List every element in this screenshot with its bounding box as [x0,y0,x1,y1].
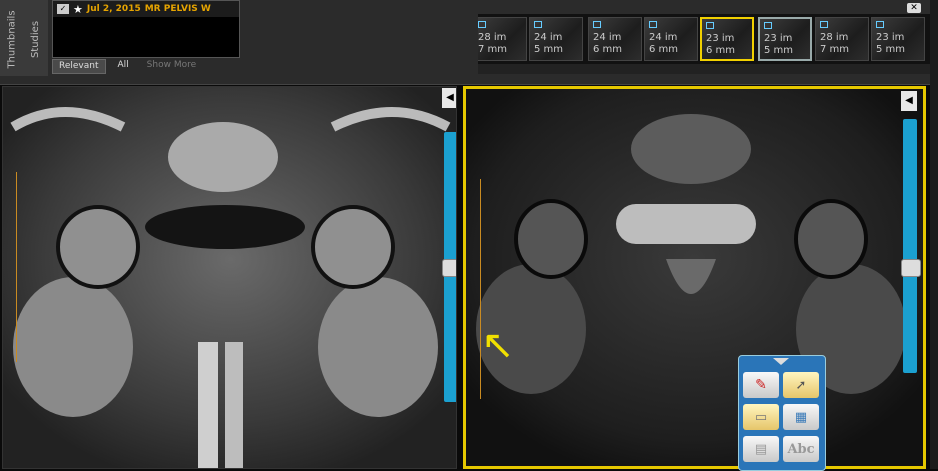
series-thumbnail[interactable]: 24 im 6 mm [588,17,642,61]
mri-image-stir [466,89,923,466]
eraser-icon[interactable]: ▭ [743,404,779,430]
thumbnail-strip: 28 im 7 mm 24 im 5 mm 24 im 6 mm 24 im 6 mm 23 i… [478,14,930,64]
layout-icon[interactable]: ▦ [783,404,819,430]
series-thumbnail[interactable]: 24 im 5 mm [529,17,583,61]
thumbnail-thickness: 6 mm [706,45,736,56]
slice-scroll-thumb[interactable] [901,259,921,277]
check-icon[interactable]: ✓ [57,4,69,14]
thumbnail-count: 24 im [534,32,563,43]
thumbnail-thickness: 6 mm [593,44,623,55]
tab-studies[interactable]: Studies [26,4,46,74]
viewport-right[interactable]: ↑ ◀ [463,86,926,469]
filter-relevant[interactable]: Relevant [52,59,106,74]
thumbnail-thickness: 7 mm [478,44,508,55]
series-icon [706,22,714,29]
study-list: ✓ ★ Jul 2, 2015 MR PELVIS W [52,0,240,58]
series-icon [764,22,772,29]
thumbnail-thickness: 7 mm [820,44,850,55]
tool-palette: ✎ ➚ ▭ ▦ ▤ Abc [738,355,826,471]
series-thumbnail[interactable]: 23 im 6 mm [700,17,754,61]
series-thumbnail[interactable]: 28 im 7 mm [815,17,869,61]
vertical-tabs: Thumbnails Studies [0,0,48,76]
scale-ruler [16,172,29,362]
series-thumbnail[interactable]: 23 im 5 mm [871,17,925,61]
thumbnail-thickness: 6 mm [649,44,679,55]
series-thumbnail[interactable]: 24 im 6 mm [644,17,698,61]
series-thumbnail[interactable]: 23 im 5 mm [758,17,812,61]
slice-scrollbar[interactable] [901,119,921,373]
series-icon [478,21,486,28]
series-icon [876,21,884,28]
study-row[interactable]: ✓ ★ Jul 2, 2015 MR PELVIS W [53,1,239,17]
series-icon [593,21,601,28]
close-icon[interactable]: ✕ [907,3,921,13]
filter-show-more[interactable]: Show More [141,59,202,74]
study-filters: Relevant All Show More [52,59,202,74]
pointer-icon[interactable]: ➚ [783,372,819,398]
layers-icon[interactable]: ▤ [743,436,779,462]
top-toolbar: Thumbnails Studies ✓ ★ Jul 2, 2015 MR PE… [0,0,938,85]
slice-scroll-thumb[interactable] [442,259,456,277]
text-abc-icon[interactable]: Abc [783,436,819,462]
tab-thumbnails[interactable]: Thumbnails [2,4,22,74]
scale-ruler [480,179,493,399]
thumbnail-thickness: 5 mm [764,45,794,56]
thumbnail-scrollbar[interactable] [478,64,930,74]
thumbnail-count: 23 im [876,32,905,43]
thumbnail-count: 23 im [706,33,735,44]
filter-all[interactable]: All [112,59,135,74]
thumbnail-count: 23 im [764,33,793,44]
study-name: MR PELVIS W [144,4,211,14]
pencil-icon[interactable]: ✎ [743,372,779,398]
series-thumbnail[interactable]: 28 im 7 mm [478,17,527,61]
slice-scrollbar[interactable] [442,132,456,402]
collapse-arrow-icon[interactable]: ◀ [901,91,917,111]
palette-handle[interactable] [773,358,789,365]
thumbnail-count: 28 im [478,32,507,43]
collapse-arrow-icon[interactable]: ◀ [442,88,456,108]
series-icon [534,21,542,28]
thumbnail-thickness: 5 mm [534,44,564,55]
thumbnail-count: 24 im [593,32,622,43]
viewport-left[interactable]: ◀ [2,86,457,469]
thumbnail-thickness: 5 mm [876,44,906,55]
series-icon [649,21,657,28]
thumbnail-count: 28 im [820,32,849,43]
mri-image-t1 [3,87,456,468]
star-icon[interactable]: ★ [73,3,83,16]
study-date: Jul 2, 2015 [86,4,141,14]
series-icon [820,21,828,28]
right-edge-bar [930,0,938,469]
thumbnail-count: 24 im [649,32,678,43]
